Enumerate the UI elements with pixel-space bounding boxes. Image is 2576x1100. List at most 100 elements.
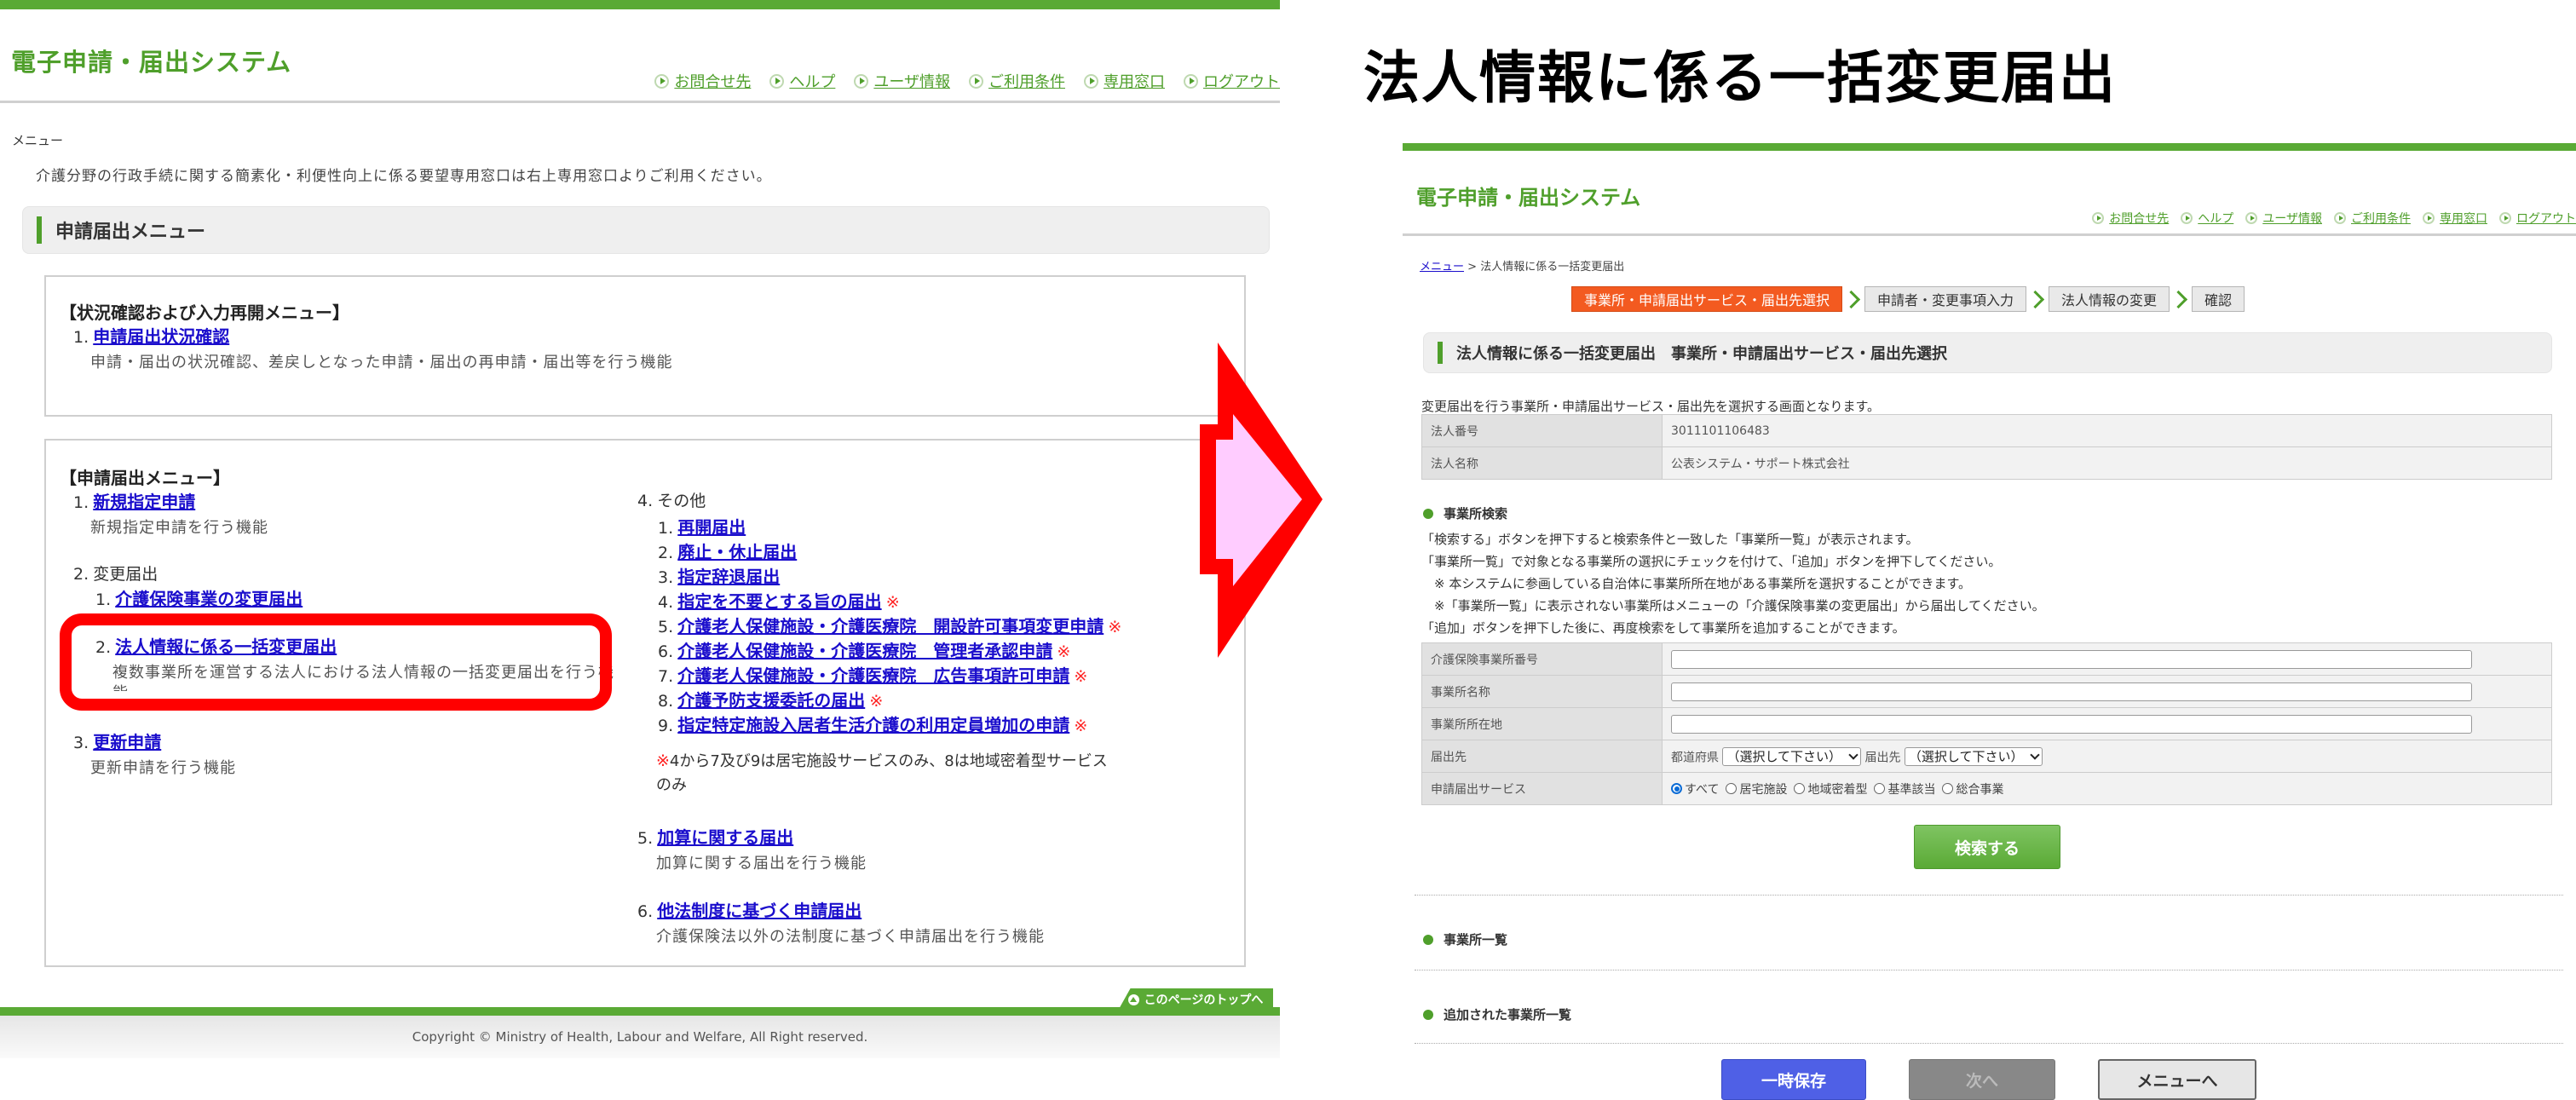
care-insurance-change-link[interactable]: 介護保険事業の変更届出 bbox=[115, 589, 303, 609]
arrow-right-icon bbox=[969, 73, 983, 89]
guide-line: ※ 本システムに参画している自治体に事業所所在地がある事業所を選択することができ… bbox=[1421, 576, 1971, 591]
application-menu-box: 【申請届出メニュー】 1. 新規指定申請 新規指定申請を行う機能 2. 変更届出… bbox=[44, 439, 1246, 967]
radio-icon bbox=[1726, 783, 1738, 794]
prefecture-select[interactable]: （選択して下さい） bbox=[1722, 746, 1862, 766]
others-menu-link[interactable]: 介護老人保健施設・介護医療院 開設許可事項変更申請 bbox=[677, 616, 1104, 636]
others-menu-link[interactable]: 指定辞退届出 bbox=[677, 567, 780, 587]
service-radio-option[interactable]: すべて bbox=[1671, 780, 1719, 798]
destination-sub-label: 届出先 bbox=[1864, 751, 1901, 764]
arrow-right-icon bbox=[2334, 212, 2346, 224]
destination-label: 届出先 bbox=[1421, 740, 1663, 773]
contact-link[interactable]: お問合せ先 bbox=[2092, 210, 2169, 227]
search-button[interactable]: 検索する bbox=[1914, 825, 2060, 869]
menu-item: 4. その他 bbox=[637, 492, 706, 510]
bullet-icon bbox=[1423, 934, 1433, 945]
header-links: お問合せ先 ヘルプ ユーザ情報 ご利用条件 専用窓口 ログアウト bbox=[2092, 210, 2576, 227]
radio-icon bbox=[1942, 783, 1954, 794]
note-mark: ※ bbox=[1074, 667, 1088, 686]
addition-link[interactable]: 加算に関する届出 bbox=[657, 827, 793, 848]
header-divider bbox=[1403, 233, 2576, 236]
menu-item: 3. 更新申請 bbox=[73, 732, 162, 752]
next-button[interactable]: 次へ bbox=[1909, 1059, 2055, 1100]
note-mark: ※ bbox=[1108, 618, 1122, 636]
help-link[interactable]: ヘルプ bbox=[2181, 210, 2233, 227]
destination-select[interactable]: （選択して下さい） bbox=[1904, 746, 2043, 766]
breadcrumb-menu-link[interactable]: メニュー bbox=[1420, 261, 1464, 274]
menu-item-desc: 複数事業所を運営する法人における法人情報の一括変更届出を行う機 bbox=[112, 664, 614, 682]
others-menu-item: 8. 介護予防支援委託の届出 ※ bbox=[658, 690, 884, 711]
office-address-input[interactable] bbox=[1671, 714, 2472, 734]
arrow-right-icon bbox=[1184, 73, 1198, 89]
breadcrumb-current: 法人情報に係る一括変更届出 bbox=[1480, 261, 1625, 274]
guide-line: 「事業所一覧」で対象となる事業所の選択にチェックを付けて、「追加」ボタンを押下し… bbox=[1421, 554, 2002, 569]
others-menu-link[interactable]: 廃止・休止届出 bbox=[677, 542, 797, 562]
arrow-up-icon bbox=[1127, 993, 1139, 1005]
corporate-bulk-change-link[interactable]: 法人情報に係る一括変更届出 bbox=[115, 636, 337, 657]
menu-screen: 電子申請・届出システム お問合せ先 ヘルプ ユーザ情報 ご利用条件 専用窓口 ロ… bbox=[0, 0, 1280, 1100]
menu-item-desc: 介護保険法以外の法制度に基づく申請届出を行う機能 bbox=[656, 928, 1045, 946]
header-bar bbox=[1403, 143, 2576, 151]
dedicated-window-link[interactable]: 専用窓口 bbox=[1084, 70, 1165, 92]
save-draft-button[interactable]: 一時保存 bbox=[1721, 1059, 1866, 1100]
others-menu-link[interactable]: 介護老人保健施設・介護医療院 管理者承認申請 bbox=[677, 641, 1052, 661]
terms-link[interactable]: ご利用条件 bbox=[2334, 210, 2411, 227]
bullet-icon bbox=[1423, 1009, 1433, 1020]
chevron-down-icon bbox=[1848, 749, 1859, 760]
status-check-link[interactable]: 申請届出状況確認 bbox=[93, 326, 229, 347]
divider bbox=[1415, 895, 2563, 896]
chevron-right-icon bbox=[2026, 286, 2049, 312]
office-number-input[interactable] bbox=[1671, 649, 2472, 669]
note-mark: ※ bbox=[869, 692, 884, 711]
note-mark: ※ bbox=[1057, 642, 1071, 661]
chevron-right-icon bbox=[1842, 286, 1864, 312]
service-radio-option[interactable]: 総合事業 bbox=[1942, 780, 2003, 798]
heading-accent-bar bbox=[1438, 342, 1443, 364]
others-menu-link[interactable]: 再開届出 bbox=[677, 517, 746, 538]
service-radio-option[interactable]: 地域密着型 bbox=[1794, 780, 1867, 798]
intro-text: 変更届出を行う事業所・申請届出サービス・届出先を選択する画面となります。 bbox=[1421, 399, 1881, 414]
table-row: 法人番号 3011101106483 bbox=[1421, 414, 2552, 447]
table-row: 申請届出サービス すべて 居宅施設 地域密着型 基準該当 総合事業 bbox=[1421, 772, 2552, 805]
note-mark: ※ bbox=[885, 593, 900, 612]
logout-link[interactable]: ログアウト bbox=[1184, 70, 1280, 92]
menu-item-desc: 加算に関する届出を行う機能 bbox=[656, 855, 867, 873]
user-info-link[interactable]: ユーザ情報 bbox=[854, 70, 950, 92]
back-to-menu-button[interactable]: メニューへ bbox=[2098, 1059, 2256, 1100]
arrow-right-icon bbox=[2245, 212, 2258, 224]
menu-item: 6. 他法制度に基づく申請届出 bbox=[637, 901, 862, 921]
terms-link[interactable]: ご利用条件 bbox=[969, 70, 1065, 92]
renewal-link[interactable]: 更新申請 bbox=[93, 732, 161, 752]
dedicated-window-link[interactable]: 専用窓口 bbox=[2423, 210, 2487, 227]
system-title: 電子申請・届出システム bbox=[11, 48, 292, 77]
arrow-right-icon bbox=[854, 73, 869, 89]
menu-item-desc-cont: 能 bbox=[112, 681, 129, 691]
step-confirm: 確認 bbox=[2192, 286, 2245, 312]
help-link[interactable]: ヘルプ bbox=[769, 70, 835, 92]
arrow-right-icon bbox=[1084, 73, 1098, 89]
corp-number-label: 法人番号 bbox=[1421, 414, 1663, 447]
chevron-right-icon bbox=[2170, 286, 2192, 312]
service-radio-option[interactable]: 居宅施設 bbox=[1726, 780, 1787, 798]
others-menu-link[interactable]: 指定特定施設入居者生活介護の利用定員増加の申請 bbox=[677, 715, 1069, 735]
logout-link[interactable]: ログアウト bbox=[2499, 210, 2576, 227]
others-menu-item: 2. 廃止・休止届出 bbox=[658, 542, 798, 562]
others-menu-link[interactable]: 介護老人保健施設・介護医療院 広告事項許可申請 bbox=[677, 665, 1069, 686]
user-info-link[interactable]: ユーザ情報 bbox=[2245, 210, 2322, 227]
heading-accent-bar bbox=[37, 216, 42, 244]
others-note-cont: のみ bbox=[656, 776, 687, 794]
office-name-input[interactable] bbox=[1671, 682, 2472, 701]
office-search-heading: 事業所検索 bbox=[1423, 504, 1507, 522]
others-menu-link[interactable]: 介護予防支援委託の届出 bbox=[677, 690, 865, 711]
footer: Copyright © Ministry of Health, Labour a… bbox=[0, 1016, 1280, 1058]
divider bbox=[1415, 1043, 2563, 1044]
other-law-link[interactable]: 他法制度に基づく申請届出 bbox=[657, 901, 862, 921]
service-radio-option[interactable]: 基準該当 bbox=[1874, 780, 1935, 798]
note-mark: ※ bbox=[1074, 717, 1088, 735]
breadcrumb: メニュー bbox=[12, 133, 64, 148]
menu-item: 2. 変更届出 bbox=[73, 565, 158, 584]
others-menu-link[interactable]: 指定を不要とする旨の届出 bbox=[677, 591, 881, 612]
contact-link[interactable]: お問合せ先 bbox=[654, 70, 751, 92]
new-designation-link[interactable]: 新規指定申請 bbox=[93, 492, 195, 512]
header-bar bbox=[0, 0, 1280, 9]
service-label: 申請届出サービス bbox=[1421, 772, 1663, 805]
